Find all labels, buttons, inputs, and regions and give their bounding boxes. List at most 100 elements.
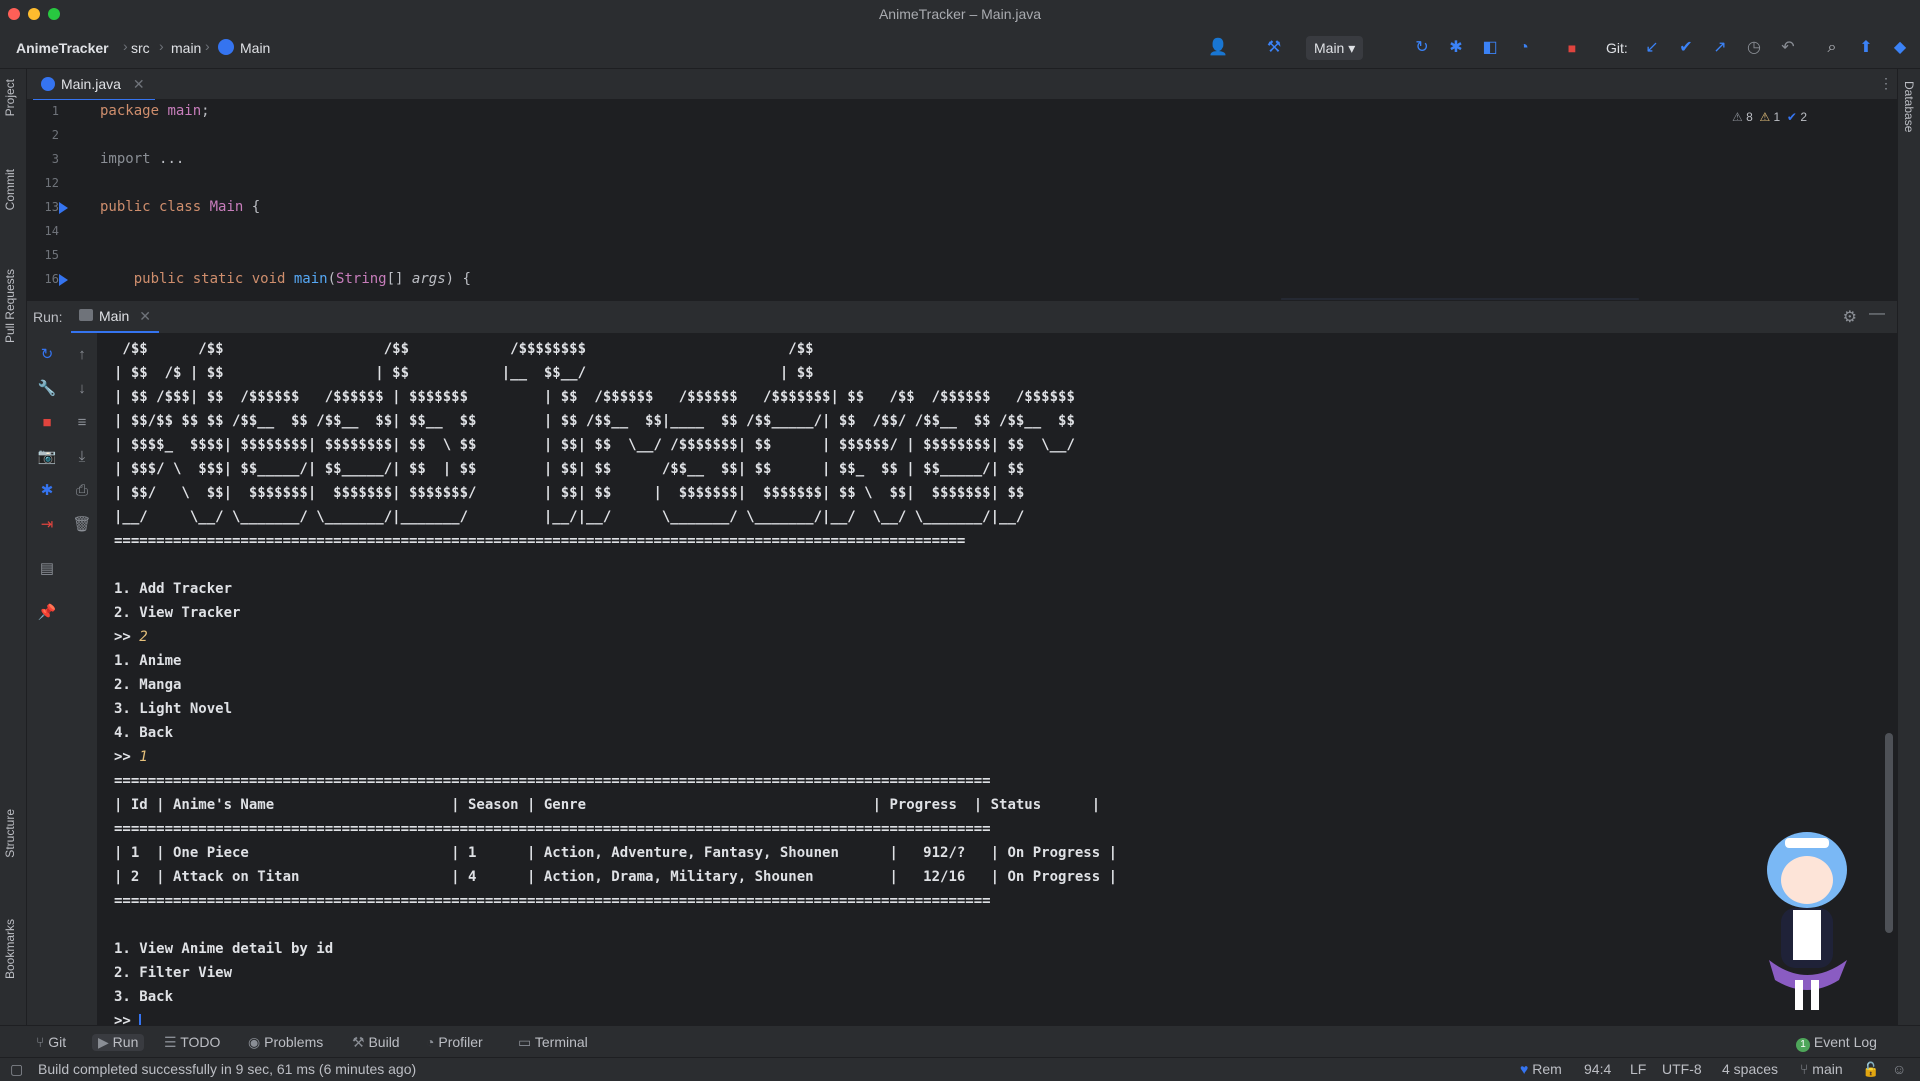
layout-icon[interactable]: ▤ (37, 559, 57, 579)
rollback-icon[interactable]: ↶ (1778, 38, 1798, 58)
update-icon[interactable]: ⬆ (1856, 38, 1876, 58)
run-tool-button[interactable]: ▶ Run (92, 1034, 145, 1051)
wrench-icon[interactable]: 🔧 (37, 379, 57, 399)
database-tool-button[interactable]: Database (1902, 81, 1916, 132)
debug-icon[interactable]: ✱ (1446, 38, 1466, 58)
tab-label: Main.java (61, 76, 121, 92)
more-options-icon[interactable]: ⋮ (1879, 75, 1893, 92)
line-separator[interactable]: LF (1630, 1061, 1646, 1077)
close-tab-icon[interactable]: ✕ (133, 76, 145, 92)
trash-icon[interactable]: 🗑 (72, 515, 92, 535)
tab-main-java[interactable]: Main.java ✕ (33, 69, 155, 101)
panel-toggle-icon[interactable]: ▢ (10, 1061, 23, 1078)
project-tool-button[interactable]: Project (3, 79, 17, 116)
warning-icon: ⚠ (1759, 110, 1771, 124)
run-configuration-selector[interactable]: Main ▾ (1306, 36, 1364, 60)
run-gutter-icon[interactable] (59, 202, 68, 214)
pull-requests-tool-button[interactable]: Pull Requests (3, 269, 17, 343)
arrow-down-icon[interactable]: ↓ (72, 379, 92, 399)
commit-tool-button[interactable]: Commit (3, 169, 17, 210)
breadcrumb-src[interactable]: src (131, 40, 150, 56)
code-line-import[interactable]: import ... (100, 151, 184, 167)
terminal-tool-button[interactable]: ▭ Terminal (518, 1034, 588, 1051)
terminal-icon: ▭ (518, 1034, 532, 1050)
caret-position[interactable]: 94:4 (1584, 1061, 1611, 1077)
print-icon[interactable]: ⎙ (72, 481, 92, 501)
stop-icon[interactable]: ■ (37, 413, 57, 433)
code-line[interactable]: public static void main(String[] args) { (100, 271, 471, 287)
rerun-icon[interactable]: ↻ (1412, 38, 1432, 58)
line-number: 14 (44, 224, 59, 238)
code-line[interactable]: public class Main { (100, 199, 260, 215)
pin-icon[interactable]: 📌 (37, 603, 57, 623)
console-line: | $$/$$ $$ $$ /$$__ $$ /$$__ $$| $$__ $$… (114, 413, 1075, 429)
line-number: 15 (44, 248, 59, 262)
todo-tool-button[interactable]: ☰ TODO (164, 1034, 220, 1051)
folded-imports[interactable]: ... (159, 151, 184, 167)
indent-setting[interactable]: 4 spaces (1722, 1061, 1778, 1077)
profiler-tool-button[interactable]: ◔ Profiler (426, 1034, 483, 1050)
close-tab-icon[interactable]: ✕ (139, 308, 151, 324)
theme-indicator[interactable]: ♥ Rem (1520, 1061, 1562, 1077)
breadcrumb-file[interactable]: Main (240, 40, 270, 56)
git-update-icon[interactable]: ↙ (1642, 38, 1662, 58)
code-line[interactable]: package main; (100, 103, 210, 119)
structure-tool-button[interactable]: Structure (3, 809, 17, 858)
stop-icon[interactable]: ■ (1562, 38, 1582, 58)
run-tab-main[interactable]: Main ✕ (71, 301, 159, 333)
build-tool-button[interactable]: ⚒ Build (352, 1034, 400, 1051)
run-console[interactable]: /$$ /$$ /$$ /$$$$$$$$ /$$ | $$ /$ | $$ |… (98, 333, 1897, 1037)
plugin-icon[interactable]: ◆ (1890, 38, 1910, 58)
arrow-up-icon[interactable]: ↑ (72, 345, 92, 365)
event-log-button[interactable]: 1 Event Log (1796, 1034, 1877, 1052)
exit-icon[interactable]: ⇥ (37, 515, 57, 535)
console-separator: ========================================… (114, 533, 966, 549)
settings-gear-icon[interactable]: ⚙ (1843, 307, 1857, 327)
soft-wrap-icon[interactable]: ≡ (72, 413, 92, 433)
user-input-line: >> 1 (114, 749, 148, 765)
chevron-right-icon: › (205, 38, 210, 54)
notification-icon[interactable]: ☺ (1892, 1061, 1906, 1077)
run-toolbar: ↻ 🔧 ■ 📷 ✱ ⇥ ▤ 📌 (27, 333, 67, 1033)
problems-icon: ◉ (248, 1034, 261, 1050)
search-icon[interactable]: ⌕ (1822, 38, 1842, 58)
console-line: /$$ /$$ /$$ /$$$$$$$$ /$$ (114, 341, 814, 357)
bookmarks-tool-button[interactable]: Bookmarks (3, 919, 17, 979)
rerun-icon[interactable]: ↻ (37, 345, 57, 365)
lock-icon[interactable]: 🔓 (1862, 1061, 1879, 1078)
user-icon[interactable]: 👤 (1208, 38, 1228, 58)
editor-tab-bar: Main.java ✕ ⋮ (27, 69, 1897, 101)
play-icon: ▶ (98, 1034, 109, 1050)
status-message[interactable]: Build completed successfully in 9 sec, 6… (38, 1061, 416, 1077)
file-encoding[interactable]: UTF-8 (1662, 1061, 1702, 1077)
code-editor[interactable]: 1 package main; 2 3 import ... 12 13 pub… (27, 100, 1897, 298)
git-branch[interactable]: ⑂ main (1800, 1061, 1843, 1077)
hide-panel-icon[interactable]: — (1869, 305, 1885, 323)
inspection-widget[interactable]: ⚠ 8 ⚠ 1 ✔ 2 (1732, 110, 1807, 124)
coverage-icon[interactable]: ◧ (1480, 38, 1500, 58)
menu-option: 1. View Anime detail by id (114, 941, 334, 957)
console-scrollbar[interactable] (1885, 733, 1893, 933)
run-gutter-icon[interactable] (59, 274, 68, 286)
list-icon: ☰ (164, 1034, 177, 1050)
line-number: 16 (44, 272, 59, 286)
line-number: 1 (51, 104, 59, 118)
scroll-to-end-icon[interactable]: ⤓ (72, 447, 92, 467)
git-tool-button[interactable]: ⑂ Git (36, 1034, 66, 1050)
breadcrumb-project[interactable]: AnimeTracker (16, 40, 109, 56)
heart-icon: ♥ (1520, 1061, 1529, 1077)
menu-option: 2. Filter View (114, 965, 233, 981)
breadcrumb-main[interactable]: main (171, 40, 201, 56)
hammer-icon: ⚒ (352, 1034, 365, 1050)
history-icon[interactable]: ◷ (1744, 38, 1764, 58)
profile-icon[interactable]: ◔ (1514, 38, 1534, 58)
console-line: | $$$/ \ $$$| $$_____/| $$_____/| $$ | $… (114, 461, 1025, 477)
camera-icon[interactable]: 📷 (37, 447, 57, 467)
build-hammer-icon[interactable]: ⚒ (1264, 38, 1284, 58)
debug-icon[interactable]: ✱ (37, 481, 57, 501)
console-line: | $$ /$ | $$ | $$ |__ $$__/ | $$ (114, 365, 814, 381)
problems-tool-button[interactable]: ◉ Problems (248, 1034, 323, 1051)
git-push-icon[interactable]: ↗ (1710, 38, 1730, 58)
window-title: AnimeTracker – Main.java (878, 6, 1042, 22)
git-commit-icon[interactable]: ✔ (1676, 38, 1696, 58)
